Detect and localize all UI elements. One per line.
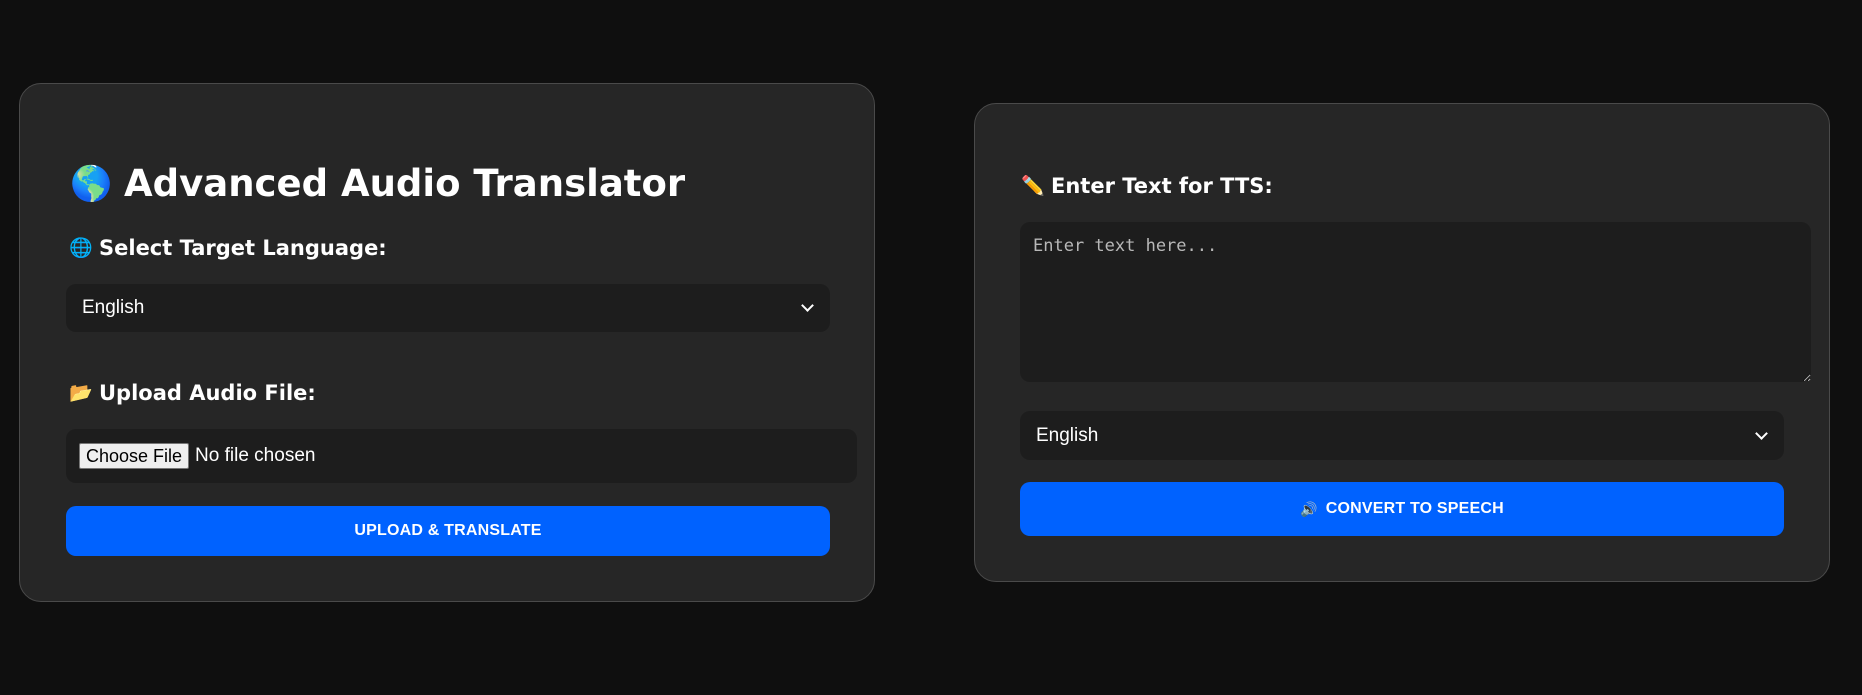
speaker-icon: 🔊 (1300, 500, 1318, 517)
page-title: 🌎 Advanced Audio Translator (70, 159, 685, 209)
upload-translate-button-label: UPLOAD & TRANSLATE (354, 522, 542, 539)
target-language-select[interactable]: English (66, 284, 830, 332)
tts-text-label-text: Enter Text for TTS: (1051, 174, 1273, 198)
upload-translate-button[interactable]: UPLOAD & TRANSLATE (66, 506, 830, 556)
globe-americas-icon: 🌎 (70, 164, 113, 204)
page-title-text: Advanced Audio Translator (124, 162, 686, 205)
tts-language-selected-value: English (1036, 424, 1099, 446)
audio-file-input[interactable]: Choose File No file chosen (66, 429, 857, 483)
upload-audio-label: 📂 Upload Audio File: (69, 378, 316, 408)
upload-audio-label-text: Upload Audio File: (99, 381, 316, 405)
pencil-icon: ✏️ (1021, 175, 1045, 197)
convert-to-speech-button[interactable]: 🔊 CONVERT TO SPEECH (1020, 482, 1784, 536)
chevron-down-icon (1755, 426, 1768, 440)
tts-language-select[interactable]: English (1020, 411, 1784, 460)
convert-to-speech-button-label: CONVERT TO SPEECH (1325, 500, 1504, 517)
audio-translator-card: 🌎 Advanced Audio Translator 🌐 Select Tar… (19, 83, 875, 602)
tts-text-label: ✏️ Enter Text for TTS: (1021, 171, 1273, 201)
target-language-label: 🌐 Select Target Language: (69, 233, 387, 263)
choose-file-button[interactable]: Choose File (79, 443, 190, 469)
file-status-text: No file chosen (195, 445, 316, 466)
target-language-selected-value: English (82, 297, 145, 318)
tts-text-input[interactable] (1020, 222, 1811, 382)
chevron-down-icon (801, 299, 814, 312)
target-language-label-text: Select Target Language: (99, 236, 387, 260)
tts-card: ✏️ Enter Text for TTS: English 🔊 CONVERT… (974, 103, 1830, 582)
globe-meridians-icon: 🌐 (69, 237, 93, 259)
open-folder-icon: 📂 (69, 382, 93, 404)
